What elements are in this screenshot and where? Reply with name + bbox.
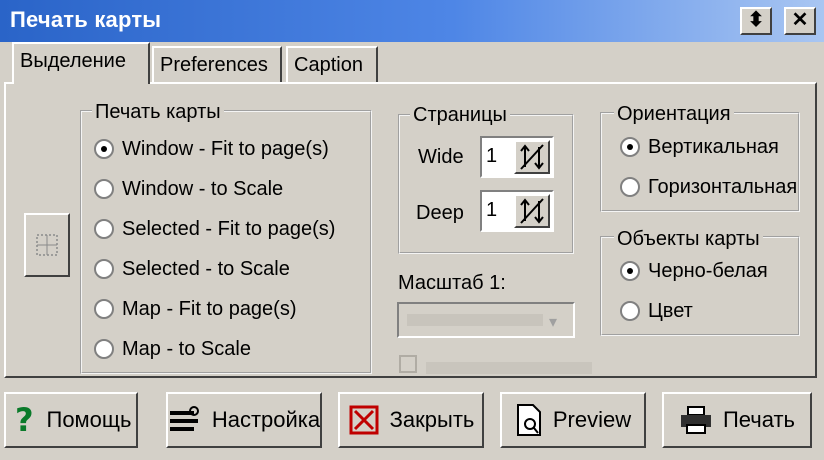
map-objects-options: Черно-белая Цвет (620, 256, 768, 326)
radio-selected-fit[interactable]: Selected - Fit to page(s) (94, 214, 335, 244)
settings-button[interactable]: Настройка (166, 392, 322, 448)
radio-dot (94, 219, 114, 239)
help-button[interactable]: ? Помощь (4, 392, 138, 448)
restore-button[interactable]: ⬍ (740, 7, 772, 35)
preview-icon (515, 403, 543, 437)
close-window-button[interactable]: ✕ (784, 7, 816, 35)
radio-black-white[interactable]: Черно-белая (620, 256, 768, 286)
pages-group (398, 114, 574, 254)
radio-portrait[interactable]: Вертикальная (620, 132, 798, 162)
map-objects-legend: Объекты карты (614, 228, 763, 250)
help-icon: ? (11, 403, 37, 437)
tab-caption[interactable]: Caption (286, 46, 378, 82)
scale-combo[interactable]: ▾ (397, 302, 575, 338)
radio-landscape[interactable]: Горизонтальная (620, 172, 798, 202)
radio-dot (94, 339, 114, 359)
wide-spin-button[interactable] (514, 140, 550, 174)
radio-map-scale[interactable]: Map - to Scale (94, 334, 335, 364)
orientation-legend: Ориентация (614, 103, 734, 125)
wide-value: 1 (486, 145, 498, 167)
radio-dot (94, 179, 114, 199)
window-title: Печать карты (10, 7, 162, 32)
scale-label: Масштаб 1: (398, 272, 506, 294)
orientation-options: Вертикальная Горизонтальная (620, 132, 798, 202)
svg-text:?: ? (15, 403, 34, 437)
deep-value: 1 (486, 199, 498, 221)
printer-icon (679, 405, 713, 435)
print-options-list: Window - Fit to page(s) Window - to Scal… (94, 134, 335, 364)
deep-spinner[interactable]: 1 (480, 190, 554, 232)
radio-dot (94, 299, 114, 319)
map-grid-icon (36, 234, 58, 256)
tab-selection[interactable]: Выделение (12, 42, 150, 84)
preview-button[interactable]: Preview (500, 392, 646, 448)
spin-arrows-icon (520, 198, 544, 224)
map-preview-button[interactable] (24, 213, 70, 277)
settings-icon (168, 405, 202, 435)
radio-window-fit[interactable]: Window - Fit to page(s) (94, 134, 335, 164)
print-map-legend: Печать карты (92, 101, 224, 123)
radio-color[interactable]: Цвет (620, 296, 768, 326)
radio-dot (620, 301, 640, 321)
wide-spinner[interactable]: 1 (480, 136, 554, 178)
disabled-checkbox[interactable] (399, 355, 417, 373)
pages-legend: Страницы (410, 104, 510, 126)
wide-label: Wide (418, 146, 464, 168)
spin-arrows-icon (520, 144, 544, 170)
disabled-checkbox-label (426, 362, 592, 374)
deep-label: Deep (416, 202, 464, 224)
deep-spin-button[interactable] (514, 194, 550, 228)
tab-preferences[interactable]: Preferences (152, 46, 282, 82)
radio-map-fit[interactable]: Map - Fit to page(s) (94, 294, 335, 324)
print-button[interactable]: Печать (662, 392, 812, 448)
close-icon (348, 404, 380, 436)
chevron-down-icon: ▾ (549, 314, 558, 331)
radio-dot (620, 137, 640, 157)
scale-combo-value (407, 314, 543, 326)
radio-dot (620, 177, 640, 197)
radio-dot (94, 259, 114, 279)
radio-dot (94, 139, 114, 159)
radio-window-scale[interactable]: Window - to Scale (94, 174, 335, 204)
radio-selected-scale[interactable]: Selected - to Scale (94, 254, 335, 284)
radio-dot (620, 261, 640, 281)
close-button[interactable]: Закрыть (338, 392, 484, 448)
